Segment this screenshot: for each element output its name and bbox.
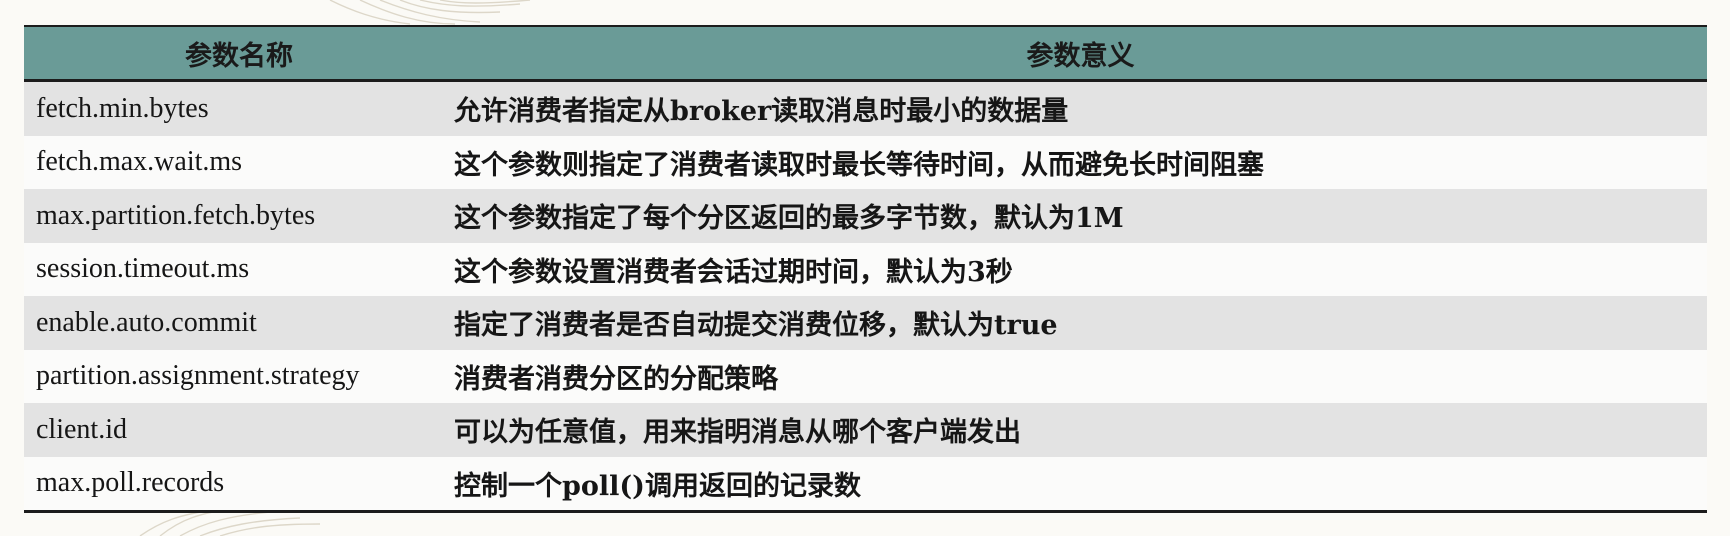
param-meaning: 可以为任意值，用来指明消息从哪个客户端发出 [454,403,1707,457]
param-name: enable.auto.commit [24,296,454,350]
param-name: client.id [24,403,454,457]
param-name: max.poll.records [24,456,454,512]
table-row: fetch.min.bytes 允许消费者指定从broker读取消息时最小的数据… [24,80,1707,136]
param-meaning: 控制一个poll()调用返回的记录数 [454,456,1707,512]
table-row: partition.assignment.strategy 消费者消费分区的分配… [24,349,1707,403]
column-header-meaning: 参数意义 [454,26,1707,82]
column-header-name: 参数名称 [24,26,454,82]
param-name: max.partition.fetch.bytes [24,189,454,243]
param-meaning: 消费者消费分区的分配策略 [454,349,1707,403]
param-meaning: 允许消费者指定从broker读取消息时最小的数据量 [454,80,1707,136]
table-row: client.id 可以为任意值，用来指明消息从哪个客户端发出 [24,403,1707,457]
table-row: enable.auto.commit 指定了消费者是否自动提交消费位移，默认为t… [24,296,1707,350]
param-name: session.timeout.ms [24,242,454,296]
param-meaning: 指定了消费者是否自动提交消费位移，默认为true [454,296,1707,350]
param-meaning: 这个参数则指定了消费者读取时最长等待时间，从而避免长时间阻塞 [454,135,1707,189]
parameter-table: 参数名称 参数意义 fetch.min.bytes 允许消费者指定从broker… [24,25,1707,513]
param-meaning: 这个参数指定了每个分区返回的最多字节数，默认为1M [454,189,1707,243]
param-name: partition.assignment.strategy [24,349,454,403]
param-name: fetch.min.bytes [24,80,454,136]
param-name: fetch.max.wait.ms [24,135,454,189]
table-row: max.partition.fetch.bytes 这个参数指定了每个分区返回的… [24,189,1707,243]
table-row: max.poll.records 控制一个poll()调用返回的记录数 [24,456,1707,512]
table-row: fetch.max.wait.ms 这个参数则指定了消费者读取时最长等待时间，从… [24,135,1707,189]
param-meaning: 这个参数设置消费者会话过期时间，默认为3秒 [454,242,1707,296]
table-header-row: 参数名称 参数意义 [24,26,1707,82]
table-row: session.timeout.ms 这个参数设置消费者会话过期时间，默认为3秒 [24,242,1707,296]
